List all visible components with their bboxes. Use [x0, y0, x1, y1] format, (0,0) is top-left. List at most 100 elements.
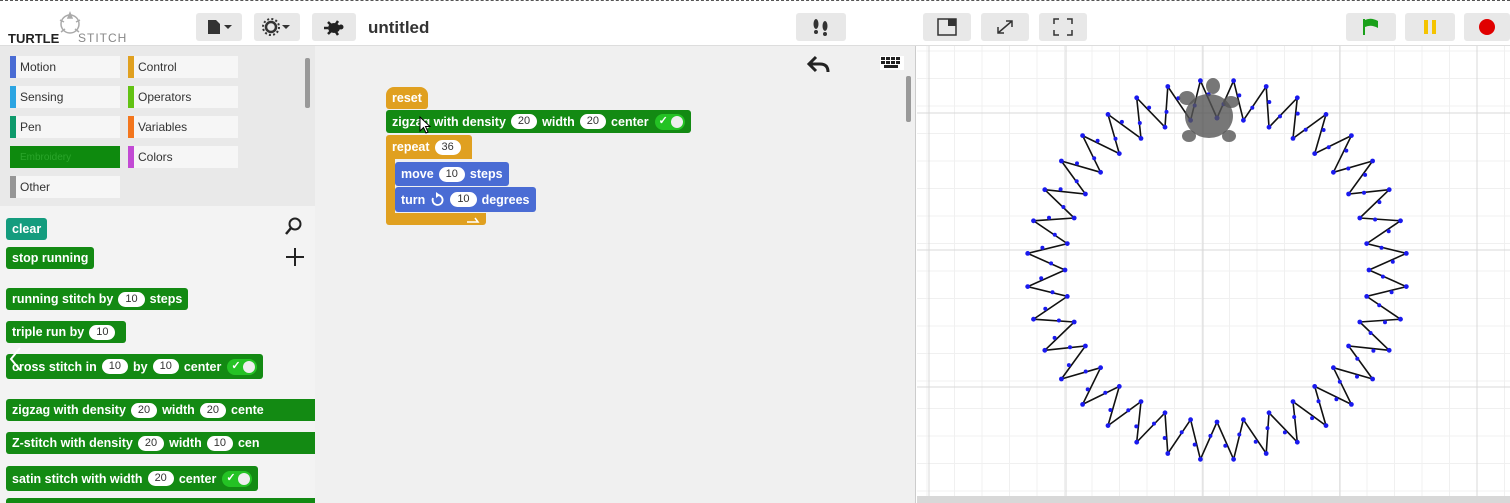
file-menu-button[interactable] — [196, 13, 242, 41]
category-variables[interactable]: Variables — [128, 116, 238, 138]
category-label: Variables — [138, 120, 188, 134]
needle-point — [1312, 151, 1318, 156]
center-toggle[interactable]: ✓ — [222, 470, 253, 487]
triple-run-input[interactable]: 10 — [89, 324, 116, 340]
block-label: move — [401, 167, 434, 181]
center-toggle[interactable]: ✓ — [654, 113, 685, 130]
density-input[interactable]: 20 — [137, 435, 165, 451]
category-color-bar — [10, 146, 16, 168]
needle-point — [1059, 158, 1064, 164]
cross-stitch-block[interactable]: cross stitch in 10 by 10 center ✓ — [6, 354, 264, 379]
density-input[interactable]: 20 — [130, 402, 158, 418]
needle-point — [1357, 319, 1363, 325]
needle-point — [1237, 432, 1242, 437]
green-flag-button[interactable] — [1346, 13, 1396, 41]
cross-width-input[interactable]: 10 — [101, 359, 128, 374]
steps-input[interactable]: 10 — [118, 291, 145, 307]
needle-point — [1294, 95, 1300, 101]
z-stitch-block[interactable]: Z-stitch with density 20 width 10 cen — [6, 432, 315, 454]
fullscreen-button[interactable] — [1039, 13, 1087, 41]
project-name[interactable]: untitled — [368, 18, 429, 38]
turtlestitch-logo[interactable]: TURTLE STITCH — [8, 10, 126, 46]
needle-point — [1083, 369, 1088, 374]
needle-point — [1098, 365, 1103, 371]
needle-point — [1326, 145, 1331, 150]
block-label: zigzag with density — [392, 114, 506, 129]
script-scrollbar[interactable] — [906, 76, 911, 122]
triple-run-block[interactable]: triple run by 10 — [6, 321, 127, 343]
category-operators[interactable]: Operators — [128, 86, 238, 108]
block-label: triple run by — [12, 325, 85, 339]
needle-point — [1162, 410, 1168, 416]
stage[interactable] — [917, 46, 1510, 496]
needle-point — [1380, 274, 1385, 279]
script-turn-block[interactable]: turn 10 degrees — [395, 187, 536, 212]
needle-point — [1403, 251, 1409, 256]
script-area[interactable]: reset zigzag with density 20 width 20 ce… — [315, 46, 916, 503]
block-label: satin stitch with width — [12, 471, 143, 486]
needle-point — [1105, 112, 1111, 117]
width-input[interactable]: 20 — [579, 114, 607, 129]
expand-stage-button[interactable] — [981, 13, 1029, 41]
partial-block[interactable] — [6, 498, 315, 503]
needle-point — [1267, 100, 1272, 104]
category-colors[interactable]: Colors — [128, 146, 238, 168]
needle-point — [1331, 365, 1336, 371]
undo-icon[interactable] — [806, 54, 832, 74]
needle-point — [1294, 439, 1300, 445]
pause-button[interactable] — [1405, 13, 1455, 41]
category-embroidery[interactable]: Embroidery — [10, 146, 120, 168]
script-move-block[interactable]: move 10 steps — [395, 162, 509, 186]
toggle-knob — [238, 472, 251, 485]
category-other[interactable]: Other — [10, 176, 120, 198]
satin-stitch-block[interactable]: satin stitch with width 20 center ✓ — [6, 466, 259, 491]
stop-button[interactable] — [1464, 13, 1510, 41]
zigzag-block[interactable]: zigzag with density 20 width 20 cente — [6, 399, 315, 421]
width-input[interactable]: 20 — [199, 402, 227, 418]
logo-text-right: STITCH — [78, 31, 128, 45]
script-reset-block[interactable]: reset — [386, 87, 428, 109]
stop-running-block[interactable]: stop running — [6, 247, 95, 269]
category-color-bar — [10, 56, 16, 78]
category-control[interactable]: Control — [128, 56, 238, 78]
block-label: reset — [392, 91, 422, 105]
repeat-count-input[interactable]: 36 — [434, 139, 461, 155]
category-scrollbar[interactable] — [305, 58, 310, 108]
density-input[interactable]: 20 — [510, 114, 538, 129]
category-sensing[interactable]: Sensing — [10, 86, 120, 108]
needle-point — [1059, 376, 1064, 382]
clear-block[interactable]: clear — [6, 218, 48, 240]
move-steps-input[interactable]: 10 — [438, 166, 465, 182]
needle-point — [1383, 320, 1387, 325]
needle-point — [1137, 121, 1142, 125]
needle-point — [1310, 416, 1315, 421]
needle-point — [1331, 169, 1336, 175]
repeat-c-arm — [386, 159, 395, 215]
needle-point — [1198, 456, 1203, 462]
costume-button[interactable] — [312, 13, 356, 41]
stage-size-button[interactable] — [923, 13, 971, 41]
category-motion[interactable]: Motion — [10, 56, 120, 78]
center-toggle[interactable]: ✓ — [227, 358, 258, 375]
single-step-button[interactable] — [796, 13, 846, 41]
needle-point — [1253, 439, 1258, 444]
block-label: cen — [237, 436, 260, 450]
category-label: Operators — [138, 90, 192, 104]
turn-degrees-input[interactable]: 10 — [450, 192, 477, 207]
satin-width-input[interactable]: 20 — [147, 471, 174, 486]
collapse-arrow-icon[interactable] — [8, 346, 22, 372]
running-stitch-block[interactable]: running stitch by 10 steps — [6, 288, 189, 310]
category-pen[interactable]: Pen — [10, 116, 120, 138]
keyboard-icon[interactable] — [880, 56, 904, 70]
category-color-bar — [10, 116, 16, 138]
cross-height-input[interactable]: 10 — [152, 359, 179, 374]
category-label: Colors — [138, 150, 173, 164]
script-repeat-block[interactable]: repeat 36 — [386, 135, 472, 159]
plus-icon[interactable] — [284, 246, 306, 268]
needle-point — [1071, 215, 1077, 221]
width-input[interactable]: 10 — [206, 435, 233, 451]
block-label: stop running — [12, 251, 89, 265]
search-icon[interactable] — [284, 216, 304, 236]
settings-menu-button[interactable] — [254, 13, 300, 41]
needle-point — [1075, 161, 1079, 166]
